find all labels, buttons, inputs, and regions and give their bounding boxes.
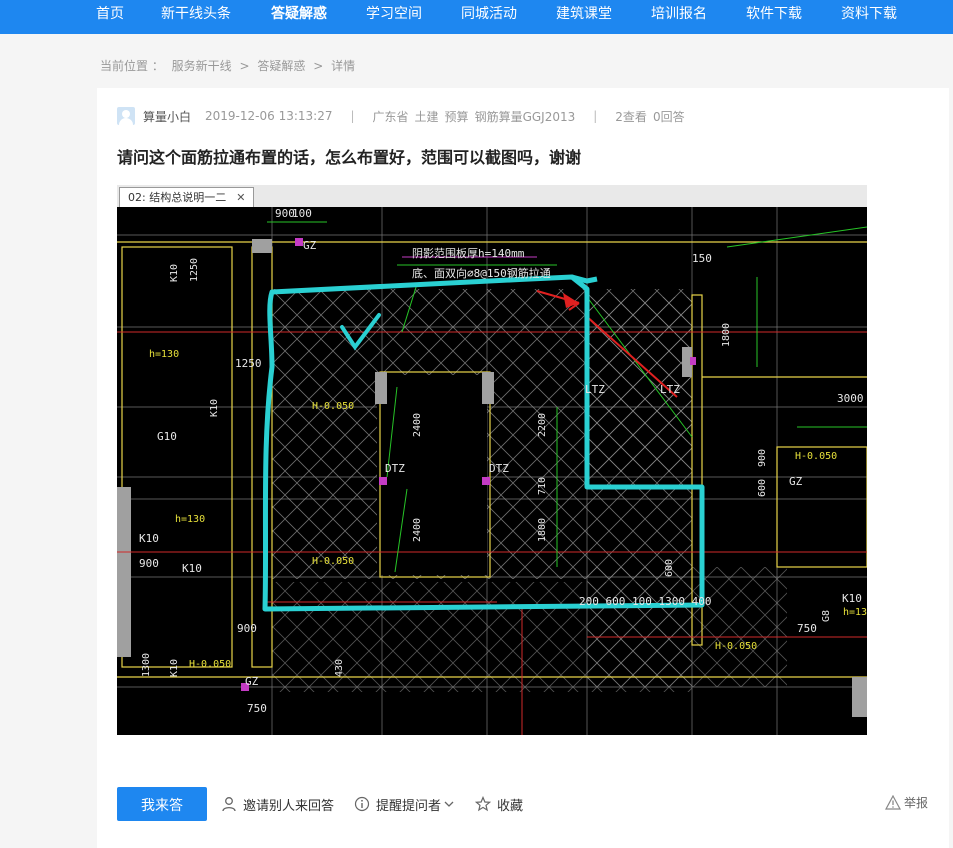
cad-label: K10	[842, 592, 862, 605]
view-count: 2查看	[615, 109, 647, 124]
cad-label: DTZ	[489, 462, 509, 475]
cad-label: 900	[237, 622, 257, 635]
cad-label: h=130	[149, 349, 179, 360]
nav-training-signup[interactable]: 培训报名	[651, 0, 707, 34]
cad-label: 710	[537, 477, 548, 495]
report-link[interactable]: 举报	[885, 794, 928, 811]
person-icon	[222, 797, 236, 812]
cad-label: 2400	[412, 518, 423, 542]
nav-home[interactable]: 首页	[96, 0, 124, 34]
cad-drawing: GZ 阴影范围板厚h=140mm 底、面双向⌀8@150钢筋拉通 DTZ DTZ…	[117, 207, 867, 735]
remind-label: 提醒提问者	[376, 798, 442, 814]
cad-label: H-0.050	[795, 451, 837, 462]
cad-label: GZ	[303, 239, 317, 252]
cad-label: 阴影范围板厚h=140mm	[412, 246, 525, 260]
chevron-down-icon	[444, 801, 454, 807]
answer-count: 0回答	[652, 109, 685, 124]
tag[interactable]: 土建	[415, 108, 439, 125]
cad-label: 100	[292, 207, 312, 220]
cad-tab: 02: 结构总说明一二 ✕	[119, 187, 255, 207]
cad-label: K10	[182, 562, 202, 575]
tag[interactable]: 钢筋算量GGJ2013	[475, 108, 576, 125]
invite-answer-link[interactable]: 邀请别人来回答	[221, 795, 334, 814]
nav-local-events[interactable]: 同城活动	[461, 0, 517, 34]
cad-label: 1250	[235, 357, 262, 370]
cad-label: 1250	[189, 258, 200, 282]
cad-label: 200 600 100 1300 400	[579, 595, 711, 608]
cad-label: 750	[247, 702, 267, 715]
cad-label: 900	[139, 557, 159, 570]
breadcrumb-separator: >	[239, 59, 250, 73]
cad-label: 底、面双向⌀8@150钢筋拉通	[412, 266, 551, 280]
remind-asker-link[interactable]: 提醒提问者	[354, 795, 455, 814]
question-card: 算量小白 2019-12-06 13:13:27 | 广东省 土建 预算 钢筋算…	[97, 88, 949, 848]
favorite-link[interactable]: 收藏	[475, 795, 523, 814]
cad-label: G10	[157, 430, 177, 443]
question-meta: 算量小白 2019-12-06 13:13:27 | 广东省 土建 预算 钢筋算…	[117, 106, 685, 126]
info-icon	[354, 796, 370, 812]
cad-label: H-0.050	[312, 556, 354, 567]
breadcrumb-prefix: 当前位置 ：	[100, 59, 164, 73]
answer-button[interactable]: 我来答	[117, 787, 207, 821]
star-icon	[475, 796, 492, 812]
breadcrumb-separator: >	[313, 59, 324, 73]
cad-label: 900	[275, 207, 295, 220]
nav-headlines[interactable]: 新干线头条	[161, 0, 231, 34]
cad-label: G8	[821, 610, 832, 622]
cad-label: H-0.050	[312, 401, 354, 412]
cad-label: GZ	[245, 675, 259, 688]
cad-label: H-0.050	[189, 659, 231, 670]
cad-label: 1800	[537, 518, 548, 542]
invite-label: 邀请别人来回答	[243, 798, 335, 814]
nav-qa[interactable]: 答疑解惑	[271, 0, 327, 34]
cad-label: 900	[757, 449, 768, 467]
close-icon: ✕	[236, 191, 246, 204]
cad-label: K10	[209, 399, 220, 417]
cad-label: 2400	[412, 413, 423, 437]
breadcrumb-current: 详情	[331, 59, 356, 73]
cad-label: h=130	[843, 607, 867, 618]
breadcrumb: 当前位置 ： 服务新干线 > 答疑解惑 > 详情	[100, 57, 359, 74]
cad-label: 1300	[141, 653, 152, 677]
cad-label: K10	[139, 532, 159, 545]
nav-software-download[interactable]: 软件下载	[746, 0, 802, 34]
user-name[interactable]: 算量小白	[143, 108, 191, 125]
meta-divider: |	[593, 109, 598, 123]
cad-label: K10	[169, 659, 180, 677]
favorite-label: 收藏	[497, 798, 524, 814]
warning-icon	[885, 795, 901, 810]
cad-label: 600	[664, 559, 675, 577]
top-navigation: 首页 新干线头条 答疑解惑 学习空间 同城活动 建筑课堂 培训报名 软件下载 资…	[0, 0, 953, 34]
cad-label: 150	[692, 252, 712, 265]
action-bar: 我来答 邀请别人来回答 提醒提问者 收藏	[117, 787, 523, 821]
tag[interactable]: 预算	[445, 108, 469, 125]
cad-label: LTZ	[585, 383, 605, 396]
question-title: 请问这个面筋拉通布置的话，怎么布置好，范围可以截图吗，谢谢	[117, 148, 582, 167]
meta-divider: |	[350, 109, 355, 123]
nav-learning-space[interactable]: 学习空间	[366, 0, 422, 34]
cad-tab-label: 02: 结构总说明一二	[128, 191, 227, 204]
cad-label: LTZ	[660, 383, 680, 396]
report-label: 举报	[904, 796, 929, 810]
avatar[interactable]	[117, 107, 135, 125]
cad-label: DTZ	[385, 462, 405, 475]
cad-label: 3000	[837, 392, 864, 405]
post-time: 2019-12-06 13:13:27	[205, 109, 333, 123]
nav-material-download[interactable]: 资料下载	[841, 0, 897, 34]
cad-label: GZ	[789, 475, 803, 488]
cad-label: 1800	[721, 323, 732, 347]
question-image[interactable]: 02: 结构总说明一二 ✕ GZ 阴影范围板厚h=140mm 底、面双向⌀8@1…	[117, 185, 867, 735]
cad-label: 2200	[537, 413, 548, 437]
cad-label: 750	[797, 622, 817, 635]
cad-label: 600	[757, 479, 768, 497]
region-tag: 广东省	[372, 109, 409, 124]
cad-label: h=130	[175, 514, 205, 525]
cad-label: H-0.050	[715, 641, 757, 652]
cad-label: 430	[334, 659, 345, 677]
cad-label: K10	[169, 264, 180, 282]
cad-tab-bar: 02: 结构总说明一二 ✕	[117, 185, 867, 207]
breadcrumb-qa[interactable]: 答疑解惑	[257, 59, 305, 73]
nav-building-class[interactable]: 建筑课堂	[556, 0, 612, 34]
breadcrumb-service[interactable]: 服务新干线	[172, 59, 232, 73]
